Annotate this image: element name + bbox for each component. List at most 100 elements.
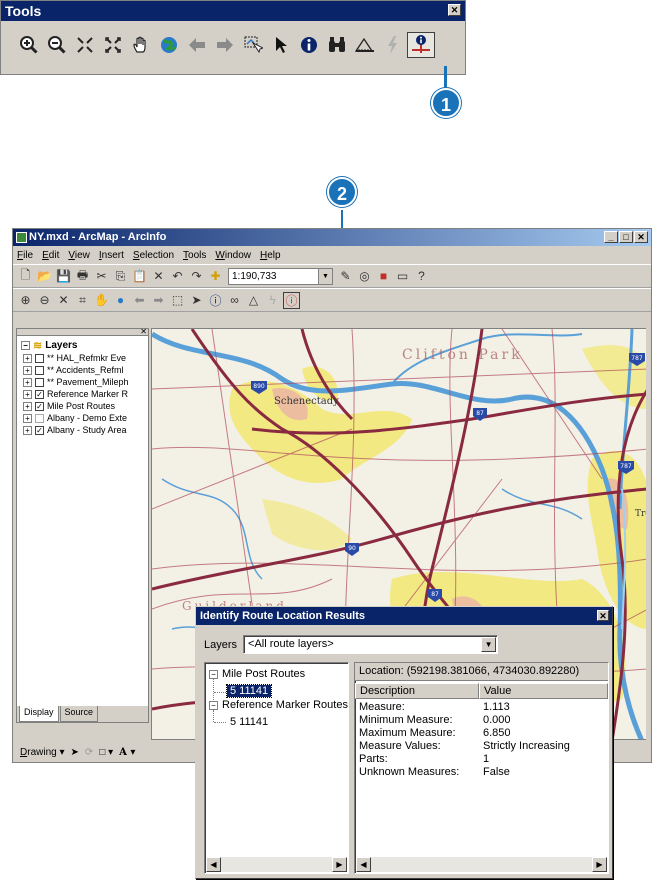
scale-dropdown-icon[interactable]: ▼ xyxy=(318,268,332,284)
tree-horizontal-scrollbar[interactable]: ◀ ▶ xyxy=(206,857,347,872)
back-arrow-icon[interactable]: ⬅ xyxy=(131,292,148,309)
layer-checkbox[interactable] xyxy=(35,401,44,411)
layer-checkbox[interactable] xyxy=(35,425,44,435)
toc-layer-item[interactable]: + ** HAL_Refmkr Eve xyxy=(23,352,149,364)
drawing-menu[interactable]: Drawing ▾ xyxy=(20,747,65,758)
hyperlink-lightning-icon[interactable]: ϟ xyxy=(264,292,281,309)
add-data-icon[interactable]: ✚ xyxy=(207,268,224,285)
maximize-button[interactable]: □ xyxy=(619,231,633,243)
expand-icon[interactable]: + xyxy=(23,425,32,435)
minimize-button[interactable]: _ xyxy=(604,231,618,243)
tree-node-mile-post-routes[interactable]: − Mile Post Routes xyxy=(209,668,305,680)
toc-layer-item[interactable]: + Albany - Study Area xyxy=(23,424,149,436)
text-icon[interactable]: A ▾ xyxy=(119,747,135,758)
scroll-left-icon[interactable]: ◀ xyxy=(356,857,371,872)
expand-icon[interactable]: + xyxy=(23,389,32,399)
zoom-in-icon[interactable] xyxy=(15,32,43,58)
toc-layer-item[interactable]: + ** Accidents_Refml xyxy=(23,364,149,376)
menu-edit[interactable]: Edit xyxy=(42,250,59,261)
identify-info-icon[interactable] xyxy=(295,32,323,58)
tree-node-reference-marker-routes[interactable]: − Reference Marker Routes xyxy=(209,699,348,711)
rectangle-icon[interactable]: □ ▾ xyxy=(99,747,113,758)
fixed-zoom-in-icon[interactable] xyxy=(71,32,99,58)
select-features-icon[interactable]: ⬚ xyxy=(169,292,186,309)
forward-arrow-icon[interactable]: ➡ xyxy=(150,292,167,309)
select-elements-arrow-icon[interactable]: ➤ xyxy=(188,292,205,309)
select-elements-arrow-icon[interactable] xyxy=(267,32,295,58)
undo-icon[interactable]: ↶ xyxy=(169,268,186,285)
redo-icon[interactable]: ↷ xyxy=(188,268,205,285)
expand-icon[interactable]: + xyxy=(23,365,32,375)
menu-insert[interactable]: Insert xyxy=(99,250,124,261)
scroll-right-icon[interactable]: ▶ xyxy=(592,857,607,872)
close-button[interactable]: ✕ xyxy=(634,231,648,243)
toc-layer-item[interactable]: + Albany - Demo Exte xyxy=(23,412,149,424)
measure-icon[interactable]: △ xyxy=(245,292,262,309)
menu-file[interactable]: File xyxy=(17,250,33,261)
expand-icon[interactable]: + xyxy=(23,377,32,387)
layer-checkbox[interactable] xyxy=(35,377,44,387)
whats-this-help-icon[interactable]: ? xyxy=(413,268,430,285)
tab-display[interactable]: Display xyxy=(19,706,59,722)
toc-close-icon[interactable]: ✕ xyxy=(140,327,147,336)
dialog-title-bar[interactable]: Identify Route Location Results ✕ xyxy=(196,607,612,625)
zoom-in-icon[interactable]: ⊕ xyxy=(17,292,34,309)
chevron-down-icon[interactable]: ▼ xyxy=(481,637,497,652)
layer-checkbox[interactable] xyxy=(35,413,44,423)
menu-tools[interactable]: Tools xyxy=(183,250,206,261)
identify-info-icon[interactable]: ⓘ xyxy=(207,292,224,309)
layers-select[interactable]: <All route layers> ▼ xyxy=(243,635,499,654)
measure-icon[interactable] xyxy=(351,32,379,58)
identify-route-location-icon[interactable] xyxy=(407,32,435,58)
cut-icon[interactable]: ✂ xyxy=(93,268,110,285)
layer-checkbox[interactable] xyxy=(35,389,44,399)
collapse-icon[interactable]: − xyxy=(209,700,218,710)
arcmap-title-bar[interactable]: NY.mxd - ArcMap - ArcInfo _ □ ✕ xyxy=(13,229,651,246)
select-elements-arrow-icon[interactable]: ➤ xyxy=(71,747,79,758)
identify-route-location-icon[interactable]: ⓘ xyxy=(283,291,300,309)
menu-window[interactable]: Window xyxy=(215,250,251,261)
save-disk-icon[interactable]: 💾 xyxy=(55,268,72,285)
command-line-icon[interactable]: ▭ xyxy=(394,268,411,285)
scroll-right-icon[interactable]: ▶ xyxy=(332,857,347,872)
fixed-zoom-out-icon[interactable]: ⌗ xyxy=(74,292,91,309)
tools-close-button[interactable]: ✕ xyxy=(448,4,461,16)
fixed-zoom-out-icon[interactable] xyxy=(99,32,127,58)
new-document-icon[interactable]: 🗋 xyxy=(17,268,34,285)
toc-layer-item[interactable]: + Mile Post Routes xyxy=(23,400,149,412)
tree-leaf[interactable]: 5 11141 xyxy=(230,716,268,728)
expand-icon[interactable]: + xyxy=(23,413,32,423)
zoom-out-icon[interactable] xyxy=(43,32,71,58)
open-folder-icon[interactable]: 📂 xyxy=(36,268,53,285)
toc-layer-item[interactable]: + ** Pavement_Mileph xyxy=(23,376,149,388)
find-binoculars-icon[interactable] xyxy=(323,32,351,58)
pan-hand-icon[interactable] xyxy=(127,32,155,58)
select-features-icon[interactable] xyxy=(239,32,267,58)
menu-help[interactable]: Help xyxy=(260,250,281,261)
tools-title-bar[interactable]: Tools ✕ xyxy=(1,1,465,21)
tree-leaf-selected[interactable]: 5 11141 xyxy=(225,684,273,698)
forward-arrow-icon[interactable] xyxy=(211,32,239,58)
map-scale-combo[interactable]: 1:190,733 ▼ xyxy=(228,267,333,285)
pan-hand-icon[interactable]: ✋ xyxy=(93,292,110,309)
expand-icon[interactable]: + xyxy=(23,401,32,411)
full-extent-globe-icon[interactable] xyxy=(155,32,183,58)
full-extent-globe-icon[interactable]: ● xyxy=(112,292,129,309)
layer-checkbox[interactable] xyxy=(35,353,44,363)
map-vertical-scrollbar[interactable] xyxy=(646,328,650,740)
scroll-left-icon[interactable]: ◀ xyxy=(206,857,221,872)
collapse-icon[interactable]: − xyxy=(209,669,218,679)
menu-view[interactable]: View xyxy=(68,250,90,261)
column-header-description[interactable]: Description xyxy=(355,683,479,699)
tab-source[interactable]: Source xyxy=(59,706,99,722)
expand-icon[interactable]: + xyxy=(23,353,32,363)
delete-icon[interactable]: ✕ xyxy=(150,268,167,285)
arccatalog-icon[interactable]: ◎ xyxy=(356,268,373,285)
fixed-zoom-in-icon[interactable]: ✕ xyxy=(55,292,72,309)
detail-horizontal-scrollbar[interactable]: ◀ ▶ xyxy=(356,857,607,872)
paste-icon[interactable]: 📋 xyxy=(131,268,148,285)
layer-checkbox[interactable] xyxy=(35,365,44,375)
hyperlink-lightning-icon[interactable] xyxy=(379,32,407,58)
dialog-close-button[interactable]: ✕ xyxy=(597,610,609,621)
editor-toolbar-icon[interactable]: ✎ xyxy=(337,268,354,285)
